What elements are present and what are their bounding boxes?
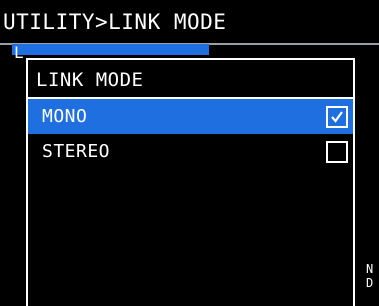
background-partial-line-2: D bbox=[366, 276, 374, 290]
dialog-title: LINK MODE bbox=[36, 69, 144, 91]
background-tab-glyph: L bbox=[14, 43, 24, 62]
option-mono-label: MONO bbox=[42, 106, 88, 127]
background-tab bbox=[12, 44, 209, 55]
checkmark-icon bbox=[331, 111, 343, 123]
stereo-checkbox[interactable] bbox=[326, 141, 348, 163]
header-bar: UTILITY>LINK MODE bbox=[0, 0, 379, 45]
background-partial-line-1: N bbox=[366, 262, 374, 276]
background-partial-text: N D bbox=[366, 262, 373, 290]
option-mono[interactable]: MONO bbox=[28, 99, 353, 134]
breadcrumb-title: UTILITY>LINK MODE bbox=[3, 10, 227, 34]
link-mode-dialog: LINK MODE MONO STEREO bbox=[26, 58, 355, 306]
mono-checkbox[interactable] bbox=[326, 106, 348, 128]
option-stereo[interactable]: STEREO bbox=[28, 134, 353, 169]
option-stereo-label: STEREO bbox=[42, 141, 111, 162]
